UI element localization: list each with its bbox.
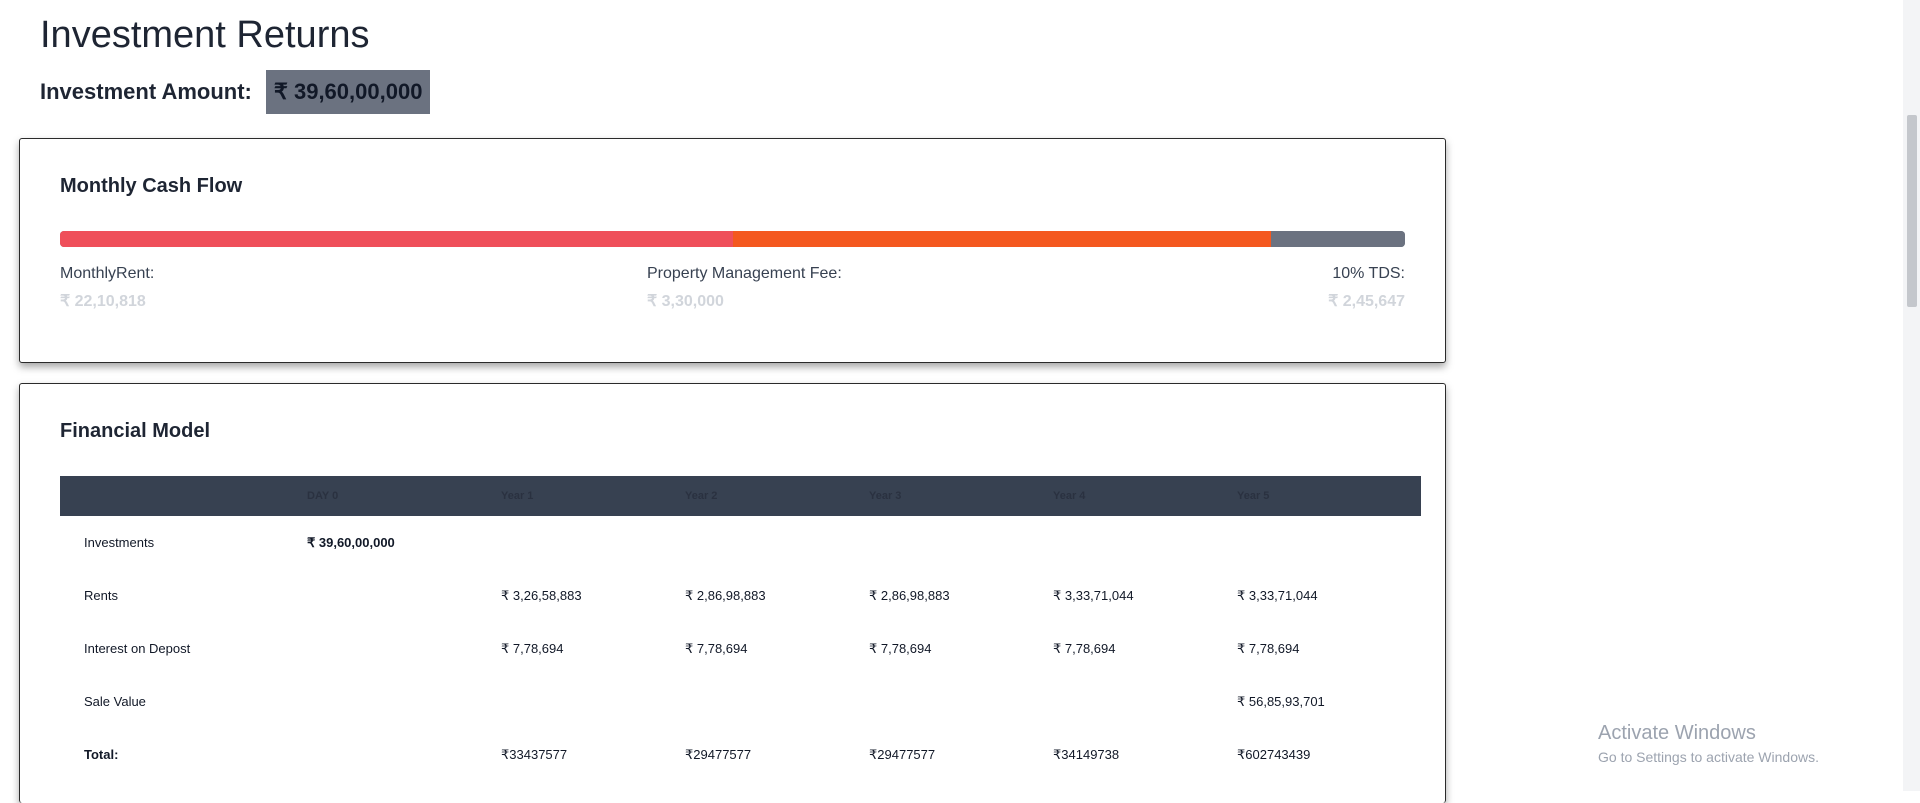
property-management-fee-value: ₹ 3,30,000 — [647, 293, 724, 310]
investment-amount-row: Investment Amount: ₹ 39,60,00,000 — [40, 70, 431, 114]
table-cell: ₹602743439 — [1237, 746, 1311, 762]
table-row: Investments ₹ 39,60,00,000 — [60, 516, 1421, 569]
property-management-fee-label: Property Management Fee: — [647, 265, 842, 282]
table-cell: ₹ 2,86,98,883 — [685, 587, 766, 603]
table-cell — [307, 675, 501, 728]
table-cell — [1237, 516, 1421, 569]
table-cell — [307, 728, 501, 781]
investment-amount-value[interactable]: ₹ 39,60,00,000 — [265, 70, 431, 114]
cash-flow-bar-tds-segment — [1270, 231, 1405, 247]
row-label: Interest on Depost — [84, 641, 191, 656]
table-cell — [685, 516, 869, 569]
row-label: Rents — [84, 588, 118, 603]
cash-flow-bar-fee-segment — [732, 231, 1271, 247]
table-cell — [307, 622, 501, 675]
table-cell: ₹ 39,60,00,000 — [307, 534, 395, 550]
monthly-cash-flow-card: Monthly Cash Flow MonthlyRent: ₹ 22,10,8… — [19, 138, 1446, 363]
table-cell — [501, 516, 685, 569]
table-cell — [869, 516, 1053, 569]
table-cell: ₹ 7,78,694 — [685, 640, 748, 656]
header-cell: Year 3 — [869, 476, 1053, 516]
row-label: Investments — [84, 535, 155, 550]
table-cell: ₹ 3,26,58,883 — [501, 587, 582, 603]
table-cell: ₹ 3,33,71,044 — [1237, 587, 1318, 603]
page-scrollbar[interactable] — [1903, 0, 1920, 791]
monthly-rent-label: MonthlyRent: — [60, 265, 155, 282]
monthly-rent: MonthlyRent: ₹ 22,10,818 — [60, 265, 154, 311]
row-label: Sale Value — [84, 694, 146, 709]
header-cell: DAY 0 — [307, 476, 501, 516]
table-row: Sale Value ₹ 56,85,93,701 — [60, 675, 1421, 728]
financial-model-title: Financial Model — [60, 420, 211, 442]
watermark-subtitle: Go to Settings to activate Windows. — [1598, 749, 1819, 765]
tds-label: 10% TDS: — [1332, 265, 1405, 282]
table-cell — [1053, 675, 1237, 728]
table-cell: ₹34149738 — [1053, 746, 1120, 762]
table-cell — [307, 569, 501, 622]
investment-amount-label: Investment Amount: — [40, 79, 252, 104]
table-cell — [685, 675, 869, 728]
table-cell: ₹29477577 — [685, 746, 752, 762]
financial-model-card: Financial Model DAY 0 Year 1 Year 2 Year… — [19, 383, 1446, 803]
table-row: Interest on Depost ₹ 7,78,694 ₹ 7,78,694… — [60, 622, 1421, 675]
table-cell: ₹ 7,78,694 — [501, 640, 564, 656]
table-cell — [501, 675, 685, 728]
table-cell: ₹ 7,78,694 — [1053, 640, 1116, 656]
table-header-row: DAY 0 Year 1 Year 2 Year 3 Year 4 Year 5 — [60, 476, 1421, 516]
table-cell — [1053, 516, 1237, 569]
table-row: Rents ₹ 3,26,58,883 ₹ 2,86,98,883 ₹ 2,86… — [60, 569, 1421, 622]
page-title: Investment Returns — [40, 14, 370, 56]
header-cell: Year 1 — [501, 476, 685, 516]
tds-value: ₹ 2,45,647 — [1328, 293, 1405, 310]
table-cell: ₹29477577 — [869, 746, 936, 762]
property-management-fee: Property Management Fee: ₹ 3,30,000 — [647, 265, 842, 311]
table-cell: ₹ 7,78,694 — [869, 640, 932, 656]
cash-flow-bar — [60, 231, 1405, 247]
monthly-rent-value: ₹ 22,10,818 — [60, 293, 146, 310]
table-cell: ₹ 7,78,694 — [1237, 640, 1300, 656]
table-cell: ₹ 3,33,71,044 — [1053, 587, 1134, 603]
table-cell — [869, 675, 1053, 728]
header-cell: Year 5 — [1237, 476, 1421, 516]
scrollbar-thumb[interactable] — [1907, 115, 1917, 307]
header-cell — [60, 476, 307, 516]
monthly-cash-flow-title: Monthly Cash Flow — [60, 175, 243, 197]
table-cell: ₹ 2,86,98,883 — [869, 587, 950, 603]
row-label: Total: — [84, 747, 119, 762]
tds: 10% TDS: ₹ 2,45,647 — [1328, 265, 1405, 311]
financial-model-table: DAY 0 Year 1 Year 2 Year 3 Year 4 Year 5… — [60, 476, 1421, 781]
table-cell: ₹33437577 — [501, 746, 568, 762]
cash-flow-bar-rent-segment — [60, 231, 733, 247]
header-cell: Year 4 — [1053, 476, 1237, 516]
header-cell: Year 2 — [685, 476, 869, 516]
watermark-title: Activate Windows — [1598, 722, 1756, 744]
activate-windows-watermark: Activate Windows Go to Settings to activ… — [1598, 722, 1819, 765]
table-cell: ₹ 56,85,93,701 — [1237, 693, 1325, 709]
table-row-total: Total: ₹33437577 ₹29477577 ₹29477577 ₹34… — [60, 728, 1421, 781]
